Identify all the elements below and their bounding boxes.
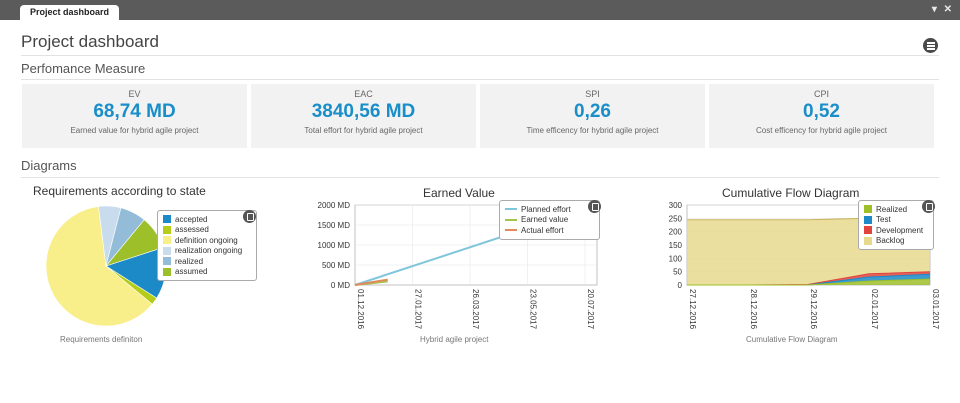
y-tick-label: 0 MD	[331, 281, 350, 290]
legend-swatch	[163, 257, 171, 266]
performance-divider	[21, 79, 939, 80]
legend-item[interactable]: Development	[864, 225, 928, 236]
kpi-description: Earned value for hybrid agile project	[70, 126, 199, 135]
legend-swatch	[864, 205, 872, 214]
performance-title: Perfomance Measure	[21, 61, 146, 76]
diagrams-title: Diagrams	[21, 158, 77, 173]
kpi-card-spi: SPI 0,26 Time efficency for hybrid agile…	[480, 84, 705, 148]
legend-label: Planned effort	[521, 204, 571, 214]
y-tick-label: 1000 MD	[318, 241, 351, 250]
legend-item[interactable]: assumed	[163, 267, 251, 278]
y-tick-label: 150	[669, 241, 683, 250]
y-tick-label: 500 MD	[322, 261, 350, 270]
legend-swatch	[505, 218, 517, 221]
legend-swatch	[505, 208, 517, 211]
tab-controls[interactable]: ▾ ✕	[932, 4, 954, 15]
legend-label: realization ongoing	[175, 246, 243, 256]
legend-swatch	[163, 246, 171, 255]
requirements-pie-chart: Requirements according to state accepted…	[22, 180, 292, 350]
legend-item[interactable]: realization ongoing	[163, 246, 251, 257]
legend-swatch	[864, 236, 872, 245]
tab-bar: Project dashboard ▾ ✕	[0, 0, 960, 20]
kpi-label: EV	[128, 89, 141, 99]
legend-label: definition ongoing	[175, 235, 238, 245]
legend-item[interactable]: Earned value	[505, 215, 594, 226]
legend-swatch	[864, 226, 872, 235]
legend-label: assumed	[175, 267, 208, 277]
x-tick-label: 03.01.2017	[931, 289, 940, 330]
legend-label: Development	[876, 225, 924, 235]
y-tick-label: 100	[669, 254, 683, 263]
kpi-value: 68,74 MD	[93, 101, 176, 122]
legend-item[interactable]: realized	[163, 256, 251, 267]
x-tick-label: 26.03.2017	[471, 289, 480, 330]
kpi-value: 0,26	[574, 101, 611, 122]
legend-item[interactable]: Backlog	[864, 236, 928, 247]
legend-item[interactable]: accepted	[163, 214, 251, 225]
legend-item[interactable]: Planned effort	[505, 204, 594, 215]
y-tick-label: 300	[669, 201, 683, 210]
y-tick-label: 50	[673, 268, 682, 277]
x-tick-label: 02.01.2017	[870, 289, 879, 330]
legend-swatch	[163, 236, 171, 245]
x-tick-label: 23.05.2017	[529, 289, 538, 330]
legend-item[interactable]: Realized	[864, 204, 928, 215]
legend-swatch	[505, 229, 517, 232]
legend-label: Test	[876, 215, 891, 225]
tab-project-dashboard[interactable]: Project dashboard	[20, 5, 120, 20]
menu-icon[interactable]	[923, 38, 938, 53]
legend-label: Backlog	[876, 236, 905, 246]
x-tick-label: 27.12.2016	[688, 289, 697, 330]
page-title: Project dashboard	[21, 32, 159, 51]
legend-item[interactable]: Test	[864, 215, 928, 226]
legend-label: Actual effort	[521, 225, 564, 235]
legend-item[interactable]: Actual effort	[505, 225, 594, 236]
legend-swatch	[163, 267, 171, 276]
x-tick-label: 27.01.2017	[414, 289, 423, 330]
legend-swatch	[163, 225, 171, 234]
header-divider	[21, 55, 939, 56]
cumulative-flow-chart: Cumulative Flow Diagram 0 50 100 150 200 250 3…	[640, 180, 945, 350]
kpi-value: 3840,56 MD	[311, 101, 416, 122]
legend-swatch	[163, 215, 171, 224]
chart-footer: Hybrid agile project	[420, 335, 489, 344]
y-tick-label: 0	[678, 281, 683, 290]
diagrams-divider	[21, 177, 939, 178]
legend-swatch	[864, 215, 872, 224]
kpi-description: Cost efficency for hybrid agile project	[755, 126, 888, 135]
x-tick-label: 01.12.2016	[356, 289, 365, 330]
chart-footer: Requirements definiton	[60, 335, 143, 344]
kpi-label: EAC	[354, 89, 373, 99]
kpi-card-eac: EAC 3840,56 MD Total effort for hybrid a…	[251, 84, 476, 148]
earned-value-chart: Earned Value 0 MD 500 MD 1000 MD 1500 MD 200…	[300, 180, 620, 350]
export-icon[interactable]	[243, 210, 256, 223]
legend-item[interactable]: assessed	[163, 225, 251, 236]
legend-label: accepted	[175, 214, 208, 224]
kpi-description: Time efficency for hybrid agile project	[526, 126, 659, 135]
chart-footer: Cumulative Flow Diagram	[746, 335, 838, 344]
legend-label: assessed	[175, 225, 209, 235]
kpi-label: SPI	[585, 89, 600, 99]
legend-label: realized	[175, 256, 204, 266]
y-tick-label: 200	[669, 228, 683, 237]
y-tick-label: 2000 MD	[318, 201, 351, 210]
kpi-label: CPI	[813, 89, 829, 99]
x-tick-label: 20.07.2017	[586, 289, 595, 330]
export-icon[interactable]	[588, 200, 601, 213]
kpi-value: 0,52	[803, 101, 840, 122]
y-tick-label: 250	[669, 214, 683, 223]
kpi-card-ev: EV 68,74 MD Earned value for hybrid agil…	[22, 84, 247, 148]
x-tick-label: 28.12.2016	[749, 289, 758, 330]
legend-item[interactable]: definition ongoing	[163, 235, 251, 246]
kpi-card-cpi: CPI 0,52 Cost efficency for hybrid agile…	[709, 84, 934, 148]
export-icon[interactable]	[922, 200, 935, 213]
kpi-description: Total effort for hybrid agile project	[304, 126, 423, 135]
earned-value-legend: Planned effort Earned value Actual effort	[499, 200, 600, 240]
x-tick-label: 29.12.2016	[809, 289, 818, 330]
pie-legend: accepted assessed definition ongoing realiz…	[157, 210, 257, 281]
y-tick-label: 1500 MD	[318, 221, 351, 230]
legend-label: Realized	[876, 204, 908, 214]
legend-label: Earned value	[521, 215, 569, 225]
